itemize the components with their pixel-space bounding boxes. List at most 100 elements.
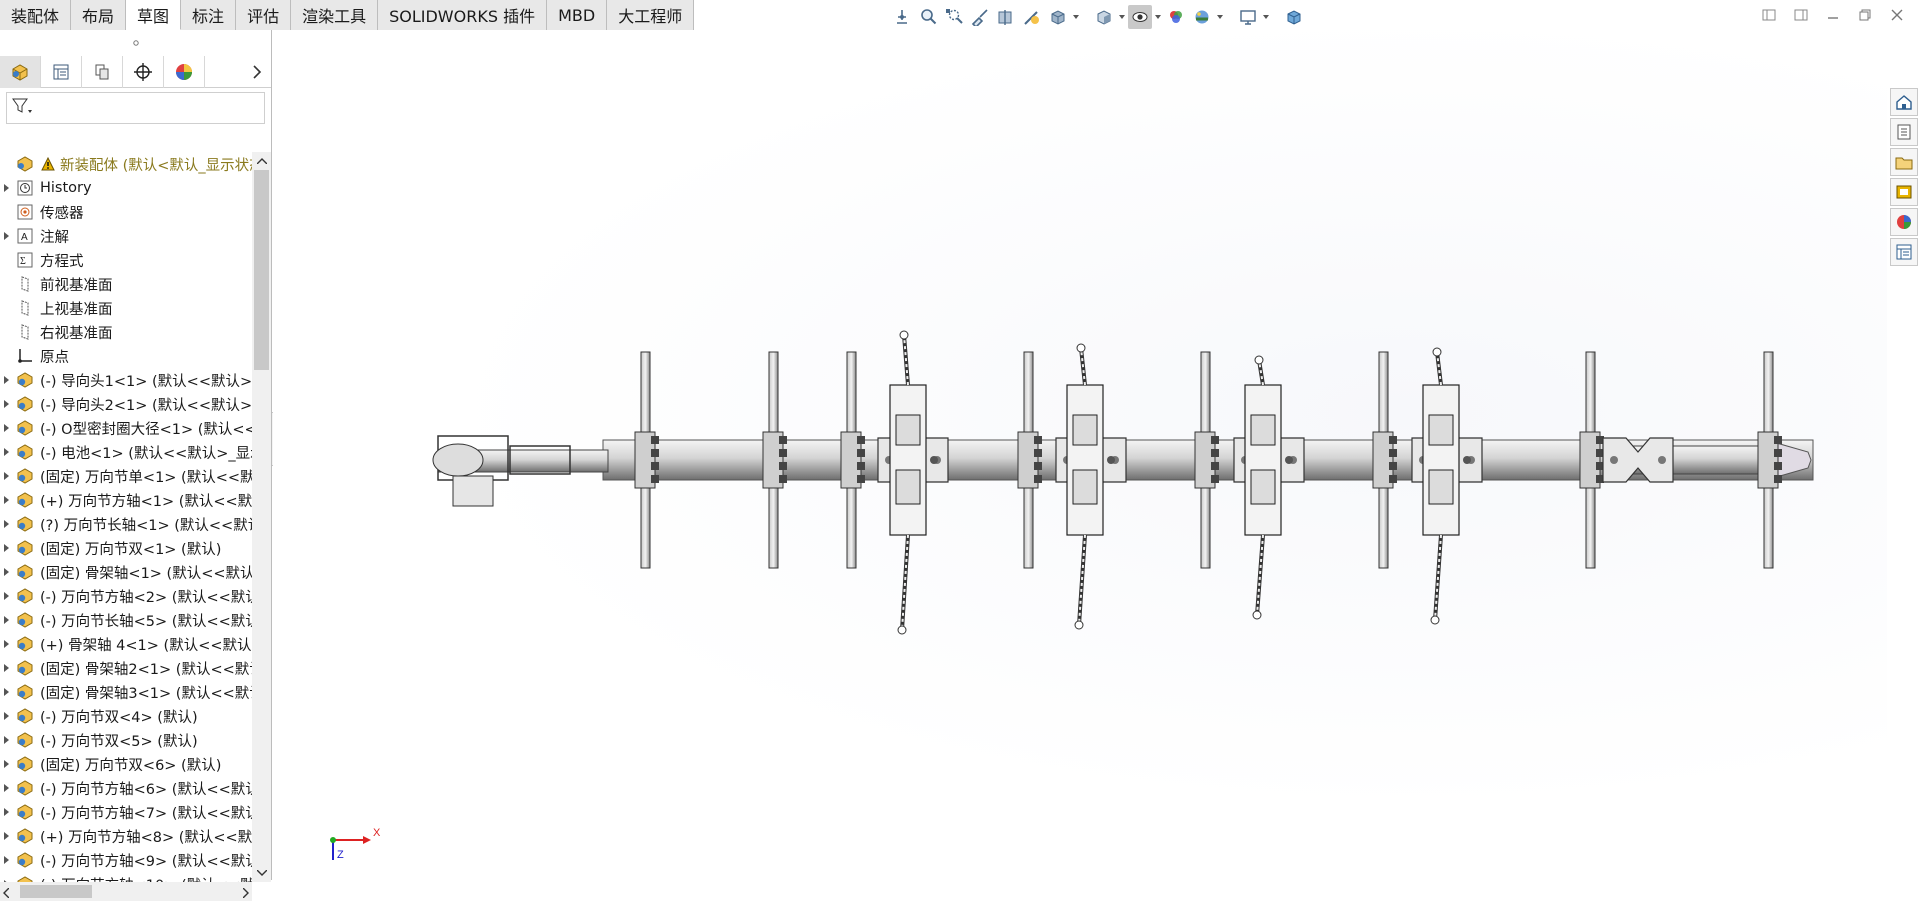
chevron-down-icon[interactable]	[1262, 5, 1270, 29]
tree-item[interactable]: (固定) 万向节单<1> (默认<<默认>_显示状态 1>)	[0, 464, 252, 488]
display-pane-icon[interactable]	[1282, 5, 1306, 29]
chevron-right-icon[interactable]	[249, 64, 265, 80]
expand-arrow-icon[interactable]	[0, 848, 14, 872]
tree-root-assembly[interactable]: 新装配体 (默认<默认_显示状态-1>)	[0, 152, 252, 176]
tab-8[interactable]: 大工程师	[607, 0, 695, 30]
display-manager-icon[interactable]	[164, 55, 205, 88]
minimize-icon[interactable]	[1824, 6, 1842, 24]
tree-item[interactable]: (-) 万向节方轴<2> (默认<<默认>_显示状态 1>)	[0, 584, 252, 608]
tab-6[interactable]: SOLIDWORKS 插件	[378, 0, 548, 30]
pane-grip-icon[interactable]	[0, 30, 271, 56]
expand-arrow-icon[interactable]	[0, 560, 14, 584]
tree-item[interactable]: (-) 万向节方轴<9> (默认<<默认>_显示状态 1>)	[0, 848, 252, 872]
zoom-to-area-icon[interactable]	[916, 5, 940, 29]
tree-item[interactable]: (固定) 骨架轴2<1> (默认<<默认>_显示状态 1>)	[0, 656, 252, 680]
tree-item[interactable]: (-) 导向头2<1> (默认<<默认>_显示状态 1>)	[0, 392, 252, 416]
expand-arrow-icon[interactable]	[0, 584, 14, 608]
tile-right-icon[interactable]	[1792, 6, 1810, 24]
chevron-down-icon[interactable]	[1154, 5, 1162, 29]
tab-4[interactable]: 评估	[236, 0, 292, 30]
expand-arrow-icon[interactable]	[0, 392, 14, 416]
tree-item[interactable]: (-) 万向节方轴<6> (默认<<默认>_显示状态 1>)	[0, 776, 252, 800]
scroll-thumb[interactable]	[20, 885, 92, 898]
chevron-down-icon[interactable]	[1216, 5, 1224, 29]
file-explorer-icon[interactable]	[1890, 148, 1918, 176]
expand-arrow-icon[interactable]	[0, 368, 14, 392]
zoom-to-fit-icon[interactable]	[890, 5, 914, 29]
view-settings-icon[interactable]	[1236, 5, 1260, 29]
scroll-left-icon[interactable]	[3, 886, 10, 902]
view-orientation-icon[interactable]	[1046, 5, 1070, 29]
tree-filter[interactable]	[6, 92, 265, 124]
apply-scene-icon[interactable]	[1190, 5, 1214, 29]
expand-arrow-icon[interactable]	[0, 680, 14, 704]
tree-item[interactable]: (固定) 骨架轴<1> (默认<<默认>_显示状态 1>)	[0, 560, 252, 584]
previous-view-icon[interactable]	[942, 5, 966, 29]
tile-left-icon[interactable]	[1760, 6, 1778, 24]
expand-arrow-icon[interactable]	[0, 464, 14, 488]
view-palette-icon[interactable]	[1890, 178, 1918, 206]
expand-arrow-icon[interactable]	[0, 776, 14, 800]
solidworks-resources-icon[interactable]	[1890, 88, 1918, 116]
expand-arrow-icon[interactable]	[0, 416, 14, 440]
expand-arrow-icon[interactable]	[0, 728, 14, 752]
scroll-down-icon[interactable]	[252, 864, 271, 882]
tree-item[interactable]: (固定) 万向节双<1> (默认)	[0, 536, 252, 560]
tree-item[interactable]: (+) 骨架轴 4<1> (默认<<默认>_显示状态 1>)	[0, 632, 252, 656]
tab-5[interactable]: 渲染工具	[291, 0, 379, 30]
tree-item[interactable]: 传感器	[0, 200, 252, 224]
tree-item[interactable]: (-) 导向头1<1> (默认<<默认>_显示状态 1>)	[0, 368, 252, 392]
expand-arrow-icon[interactable]	[0, 800, 14, 824]
expand-arrow-icon[interactable]	[0, 224, 14, 248]
tree-item[interactable]: Σ 方程式	[0, 248, 252, 272]
custom-properties-icon[interactable]	[1890, 238, 1918, 266]
tree-item[interactable]: 上视基准面	[0, 296, 252, 320]
expand-arrow-icon[interactable]	[0, 440, 14, 464]
design-library-icon[interactable]	[1890, 118, 1918, 146]
expand-arrow-icon[interactable]	[0, 608, 14, 632]
scroll-right-icon[interactable]	[242, 886, 249, 902]
tree-item[interactable]: (-) 电池<1> (默认<<默认>_显示状态 1>)	[0, 440, 252, 464]
assembly-model[interactable]	[273, 30, 1887, 880]
appearances-icon[interactable]	[1890, 208, 1918, 236]
filter-icon[interactable]	[11, 97, 33, 119]
expand-arrow-icon[interactable]	[0, 656, 14, 680]
display-style-icon[interactable]	[1092, 5, 1116, 29]
expand-arrow-icon[interactable]	[0, 536, 14, 560]
hide-show-icon[interactable]	[1128, 5, 1152, 29]
restore-icon[interactable]	[1856, 6, 1874, 24]
tree-item[interactable]: (固定) 万向节双<6> (默认)	[0, 752, 252, 776]
tree-vertical-scrollbar[interactable]	[252, 152, 271, 882]
section-view-icon[interactable]	[994, 5, 1018, 29]
tab-2[interactable]: 草图	[126, 0, 182, 30]
chevron-down-icon[interactable]	[1072, 5, 1080, 29]
feature-manager-icon[interactable]	[0, 55, 41, 88]
tree-item[interactable]: (-) 万向节双<5> (默认)	[0, 728, 252, 752]
tree-item[interactable]: 原点	[0, 344, 252, 368]
expand-arrow-icon[interactable]	[0, 512, 14, 536]
tree-item[interactable]: 右视基准面	[0, 320, 252, 344]
edit-appearance-icon[interactable]	[1164, 5, 1188, 29]
close-icon[interactable]	[1888, 6, 1906, 24]
tree-item[interactable]: (-) 万向节长轴<5> (默认<<默认>_显示状态 1>)	[0, 608, 252, 632]
tab-7[interactable]: MBD	[547, 0, 608, 30]
expand-arrow-icon[interactable]	[0, 824, 14, 848]
dimxpert-manager-icon[interactable]	[123, 55, 164, 88]
expand-arrow-icon[interactable]	[0, 752, 14, 776]
expand-arrow-icon[interactable]	[0, 632, 14, 656]
expand-arrow-icon[interactable]	[0, 176, 14, 200]
tree-horizontal-scrollbar[interactable]	[0, 882, 252, 901]
tree-item[interactable]: (固定) 骨架轴3<1> (默认<<默认>_显示状态 1>)	[0, 680, 252, 704]
tree-item[interactable]: 前视基准面	[0, 272, 252, 296]
tree-item[interactable]: A 注解	[0, 224, 252, 248]
tree-item[interactable]: (-) 万向节方轴<7> (默认<<默认>_显示状态 1>)	[0, 800, 252, 824]
tree-item[interactable]: (?) 万向节长轴<1> (默认<<默认>_显示状态 1>)	[0, 512, 252, 536]
graphics-area[interactable]: X Z	[273, 30, 1887, 880]
tree-item[interactable]: (+) 万向节方轴<8> (默认<<默认>_显示状态 1>)	[0, 824, 252, 848]
configuration-manager-icon[interactable]	[82, 55, 123, 88]
tab-0[interactable]: 装配体	[0, 0, 72, 30]
dynamic-annotation-icon[interactable]	[968, 5, 992, 29]
tree-item[interactable]: History	[0, 176, 252, 200]
tree-item[interactable]: (-) 万向节双<4> (默认)	[0, 704, 252, 728]
expand-arrow-icon[interactable]	[0, 488, 14, 512]
